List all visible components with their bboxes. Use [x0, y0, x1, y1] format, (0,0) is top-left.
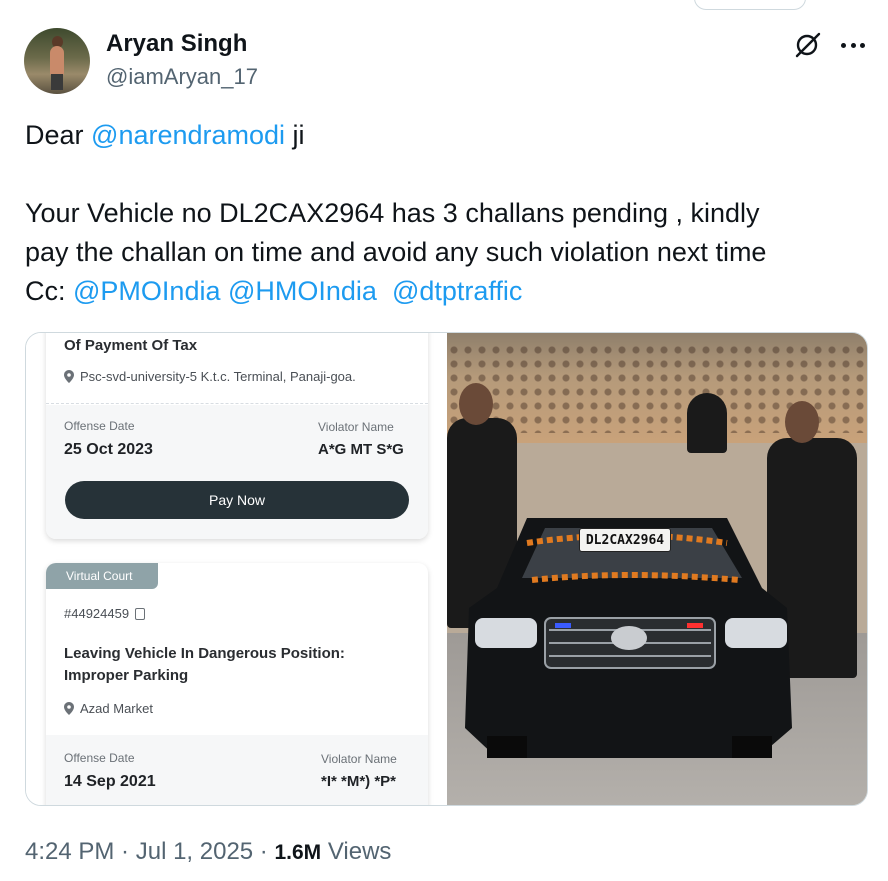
tweet-body-line1: Your Vehicle no DL2CAX2964 has 3 challan…: [25, 198, 760, 228]
tweet-body-line2: pay the challan on time and avoid any su…: [25, 237, 767, 267]
virtual-court-badge: Virtual Court: [46, 563, 158, 589]
greeting-suffix: ji: [285, 120, 305, 150]
challan-card-2: Virtual Court #44924459 Leaving Vehicle …: [46, 563, 428, 805]
greeting-prefix: Dear: [25, 120, 92, 150]
cc-label: Cc:: [25, 276, 74, 306]
challan-card-1: Of Payment Of Tax Psc-svd-university-5 K…: [46, 333, 428, 539]
author-handle[interactable]: @iamAryan_17: [106, 64, 258, 90]
more-options-icon[interactable]: [837, 30, 869, 60]
guard-head-right: [785, 401, 819, 443]
guard-head-left: [459, 383, 493, 425]
challan-location: Azad Market: [64, 701, 153, 716]
copy-icon: [135, 607, 146, 620]
location-pin-icon: [64, 702, 74, 715]
challan-id: #44924459: [64, 606, 146, 621]
avatar-legs-shape: [51, 74, 63, 90]
tweet-greeting: Dear @narendramodi ji: [25, 116, 865, 155]
mention-dtptraffic[interactable]: @dtptraffic: [392, 276, 522, 306]
security-guard-back: [687, 393, 727, 453]
views-count: 1.6M: [274, 841, 322, 864]
mention-hmoindia[interactable]: @HMOIndia: [228, 276, 377, 306]
card-divider: [46, 403, 428, 404]
views-label: Views: [321, 838, 392, 865]
offense-date-value: 25 Oct 2023: [64, 441, 153, 458]
challan-location: Psc-svd-university-5 K.t.c. Terminal, Pa…: [64, 369, 356, 384]
mention-pmoindia[interactable]: @PMOIndia: [73, 276, 220, 306]
meta-separator: ·: [114, 838, 136, 865]
violator-name-value: *I* *M*) *P*: [321, 773, 397, 790]
media-image-convoy-photo[interactable]: DL2CAX2964: [447, 333, 867, 805]
avatar-body-shape: [50, 46, 64, 76]
avatar[interactable]: [24, 28, 90, 94]
license-plate: DL2CAX2964: [579, 528, 671, 552]
media-image-challan-screenshot[interactable]: Of Payment Of Tax Psc-svd-university-5 K…: [26, 333, 447, 805]
tweet-date[interactable]: Jul 1, 2025: [136, 838, 253, 865]
tweet-meta: 4:24 PM · Jul 1, 2025 · 1.6M Views: [25, 838, 391, 866]
violator-label: Violator Name: [318, 420, 394, 434]
offense-date-label: Offense Date: [64, 751, 135, 765]
grok-icon[interactable]: [793, 30, 823, 60]
location-pin-icon: [64, 370, 74, 383]
offense-date-value: 14 Sep 2021: [64, 773, 156, 790]
offense-date-label: Offense Date: [64, 419, 135, 433]
pay-now-button: Pay Now: [65, 481, 409, 519]
tweet-time[interactable]: 4:24 PM: [25, 838, 114, 865]
card-footer-area: [46, 735, 428, 805]
author-name[interactable]: Aryan Singh: [106, 30, 247, 58]
challan-title-line1: Leaving Vehicle In Dangerous Position:: [64, 645, 345, 662]
mention-narendramodi[interactable]: @narendramodi: [91, 120, 285, 150]
tweet-media[interactable]: Of Payment Of Tax Psc-svd-university-5 K…: [25, 332, 868, 806]
violator-name-value: A*G MT S*G: [318, 441, 404, 458]
challan-title: Of Payment Of Tax: [64, 337, 198, 354]
tweet-cc-line: Cc: @PMOIndia @HMOIndia @dtptraffic: [25, 272, 865, 311]
challan-title-line2: Improper Parking: [64, 667, 189, 684]
meta-separator: ·: [253, 838, 275, 865]
suv-vehicle: [465, 518, 792, 758]
violator-label: Violator Name: [321, 752, 397, 766]
top-pill-button[interactable]: [694, 0, 806, 10]
